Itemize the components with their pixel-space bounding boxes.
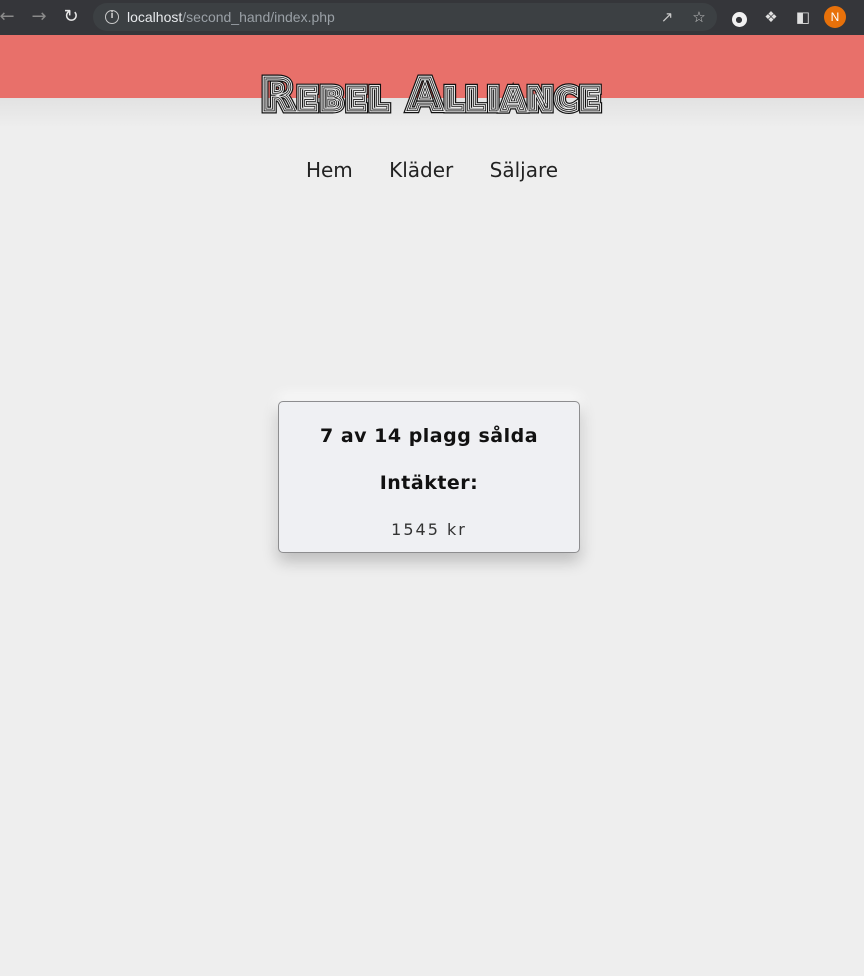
reload-icon[interactable]: ↻ (60, 6, 82, 28)
extensions-puzzle-icon[interactable]: ❖ (762, 8, 780, 26)
extension-icon[interactable]: ● (730, 8, 748, 27)
browser-toolbar: ← → ↻ i localhost/second_hand/index.php … (0, 0, 864, 35)
site-logo[interactable]: Rebel Alliance Rebel Alliance Rebel Alli… (0, 70, 864, 116)
sold-count-text: 7 av 14 plagg sålda (319, 425, 539, 447)
forward-icon[interactable]: → (28, 6, 50, 28)
share-icon[interactable]: ↗ (658, 8, 676, 26)
nav-link-saljare[interactable]: Säljare (490, 158, 558, 182)
sales-summary-card: 7 av 14 plagg sålda Intäkter: 1545 kr (278, 401, 580, 553)
logo-text-inner-3: Rebel Alliance (261, 70, 603, 116)
back-icon[interactable]: ← (0, 6, 18, 28)
url-path: /second_hand/index.php (182, 9, 335, 25)
nav-link-hem[interactable]: Hem (306, 158, 353, 182)
revenue-label: Intäkter: (379, 472, 479, 494)
logo-graphic: Rebel Alliance Rebel Alliance Rebel Alli… (258, 70, 605, 116)
side-panel-icon[interactable]: ◧ (794, 8, 812, 26)
url-host: localhost (127, 9, 183, 25)
site-info-icon[interactable]: i (105, 10, 119, 24)
revenue-value: 1545 kr (391, 520, 467, 539)
nav-link-klader[interactable]: Kläder (389, 158, 453, 182)
profile-avatar[interactable]: N (824, 6, 846, 28)
address-bar[interactable]: i localhost/second_hand/index.php ↗ ☆ (93, 3, 717, 31)
bookmark-star-icon[interactable]: ☆ (690, 8, 708, 26)
main-nav: Hem Kläder Säljare (0, 158, 864, 182)
url-text[interactable]: localhost/second_hand/index.php (127, 9, 335, 25)
